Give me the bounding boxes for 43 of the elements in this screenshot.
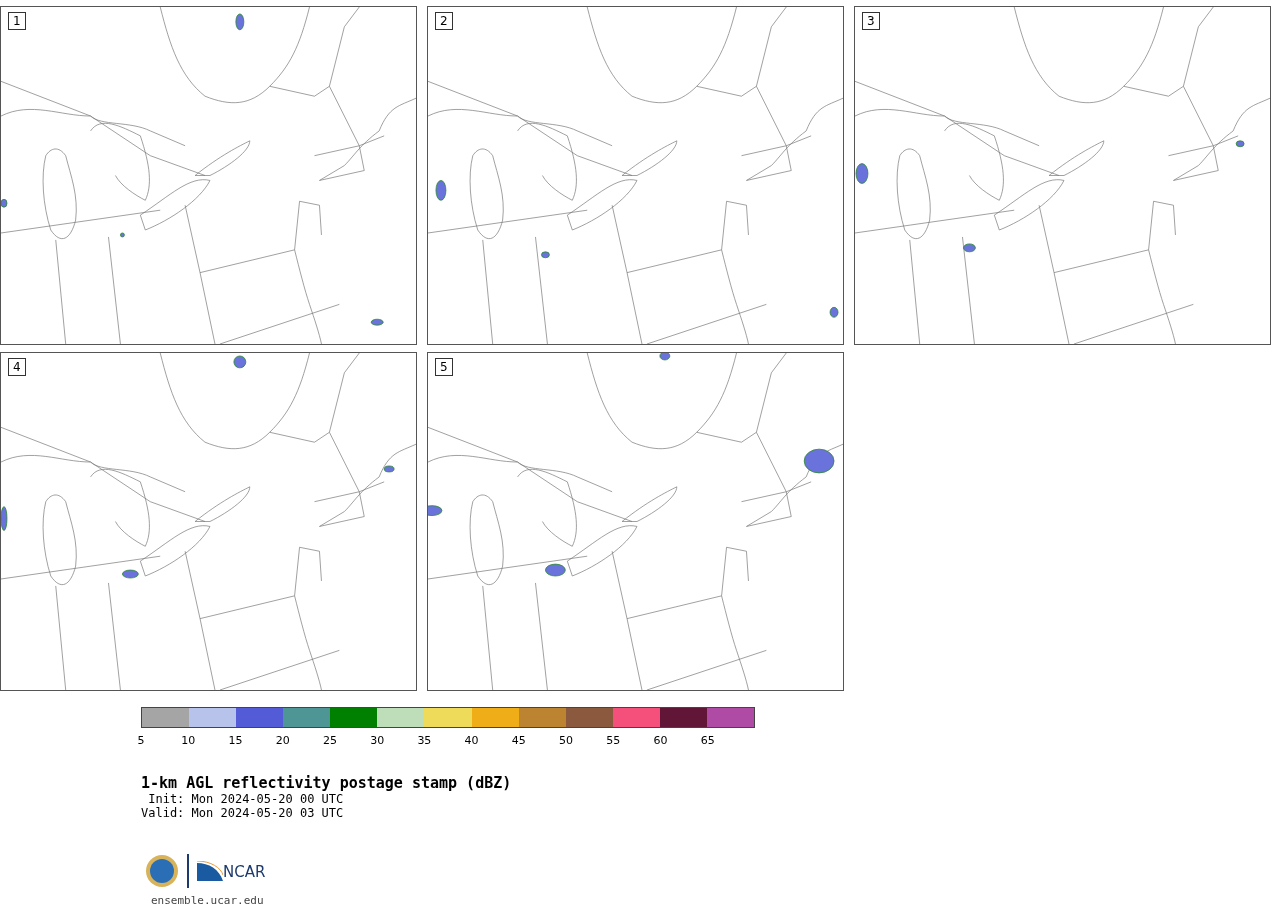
radar-echo <box>120 232 125 238</box>
tick-label: 25 <box>322 734 337 747</box>
radar-echo <box>0 506 8 531</box>
valid-time: Valid: Mon 2024-05-20 03 UTC <box>141 806 345 820</box>
tick-label: 15 <box>228 734 243 747</box>
radar-echo <box>0 198 8 208</box>
init-time: Init: Mon 2024-05-20 00 UTC <box>147 792 345 806</box>
tick-label: 40 <box>464 734 479 747</box>
website-url: ensemble.ucar.edu <box>151 894 265 907</box>
panel-label: 4 <box>8 358 26 376</box>
tick-label: 45 <box>511 734 526 747</box>
radar-echo <box>855 163 869 184</box>
radar-echo <box>122 569 139 579</box>
tick-label: 10 <box>181 734 196 747</box>
tick-label: 55 <box>606 734 621 747</box>
radar-echo <box>435 180 447 201</box>
tick-label: 5 <box>137 734 145 747</box>
ncar-logo: NCAR <box>197 861 266 881</box>
panel-label: 3 <box>862 12 880 30</box>
seal-logo-icon <box>145 854 179 888</box>
radar-echo <box>541 251 550 259</box>
radar-echo <box>427 505 443 516</box>
radar-echo <box>1235 140 1245 148</box>
tick-label: 60 <box>653 734 668 747</box>
tick-label: 65 <box>700 734 715 747</box>
panel-label: 1 <box>8 12 26 30</box>
divider-icon <box>187 854 189 888</box>
radar-echo <box>545 563 566 577</box>
panel-label: 5 <box>435 358 453 376</box>
radar-echo <box>803 448 835 474</box>
panel-label: 2 <box>435 12 453 30</box>
tick-label: 50 <box>559 734 574 747</box>
radar-echo <box>233 355 247 369</box>
tick-label: 35 <box>417 734 432 747</box>
chart-title: 1-km AGL reflectivity postage stamp (dBZ) <box>141 774 513 792</box>
radar-echo <box>370 318 384 326</box>
tick-label: 20 <box>275 734 290 747</box>
radar-echo <box>829 306 839 318</box>
tick-label: 30 <box>370 734 385 747</box>
radar-echo <box>659 352 671 361</box>
radar-echo <box>963 243 976 253</box>
radar-echo <box>383 465 395 473</box>
radar-echo <box>235 13 245 31</box>
